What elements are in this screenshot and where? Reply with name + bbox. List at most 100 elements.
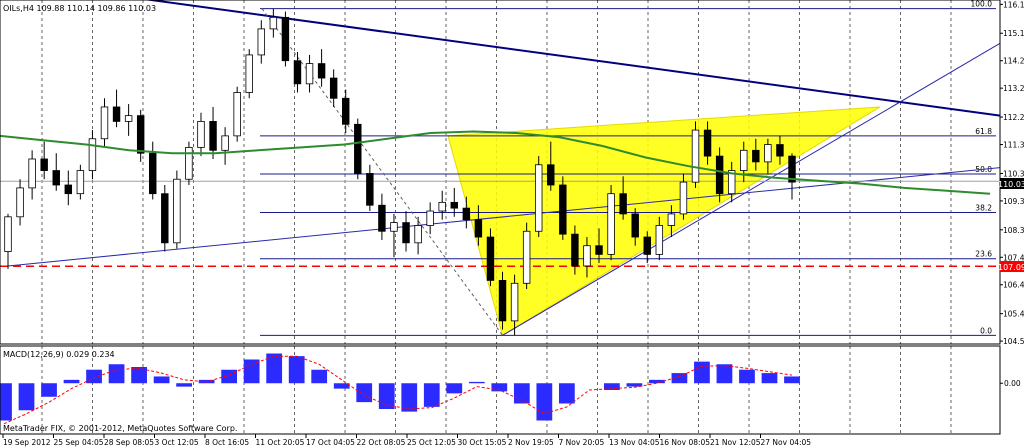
candle-body[interactable] xyxy=(185,147,193,180)
candle-body[interactable] xyxy=(221,135,229,151)
candle-body[interactable] xyxy=(619,193,627,215)
candle-body[interactable] xyxy=(510,282,519,322)
candle-body[interactable] xyxy=(28,158,36,189)
candle-body[interactable] xyxy=(257,28,266,56)
trading-chart[interactable]: 100.061.850.038.223.60.0 116.15115.15114… xyxy=(0,0,1024,448)
fib-level-label: 100.0 xyxy=(971,0,993,9)
candle-body[interactable] xyxy=(124,115,133,122)
time-tick-label: 7 Nov 20:05 xyxy=(559,438,605,447)
candle-body[interactable] xyxy=(233,92,241,137)
price-tick-label: 109.35 xyxy=(1003,197,1024,206)
candle-body[interactable] xyxy=(595,245,603,255)
candle-body[interactable] xyxy=(4,216,12,252)
candle-body[interactable] xyxy=(474,219,483,238)
candle-body[interactable] xyxy=(607,193,615,255)
time-tick-label: 11 Oct 20:05 xyxy=(256,438,305,447)
candle-body[interactable] xyxy=(438,201,446,212)
price-tick-label: 116.15 xyxy=(1003,0,1024,9)
candle-body[interactable] xyxy=(329,77,338,99)
time-tick-label: 2 Nov 19:05 xyxy=(508,438,554,447)
candle-body[interactable] xyxy=(100,106,109,140)
candle-body[interactable] xyxy=(679,181,688,215)
macd-axis: 0.00 xyxy=(1000,379,1021,388)
candle-body[interactable] xyxy=(402,222,410,244)
candle-body[interactable] xyxy=(764,144,772,163)
time-tick-label: 27 Nov 04:05 xyxy=(761,438,812,447)
candle-body[interactable] xyxy=(667,213,676,226)
fib-level-label: 61.8 xyxy=(975,127,992,136)
candle-body[interactable] xyxy=(655,225,664,255)
time-tick-label: 25 Oct 12:05 xyxy=(407,438,456,447)
candle-body[interactable] xyxy=(173,178,181,244)
candle-body[interactable] xyxy=(342,97,350,125)
candle-body[interactable] xyxy=(462,207,471,221)
fib-level-label: 38.2 xyxy=(975,203,992,212)
candle-body[interactable] xyxy=(40,158,48,171)
price-tick-label: 112.25 xyxy=(1003,113,1024,122)
candle-body[interactable] xyxy=(88,138,97,171)
candle-body[interactable] xyxy=(136,115,145,154)
candle-body[interactable] xyxy=(703,129,712,157)
price-tick-label: 104.50 xyxy=(1003,337,1024,346)
candle-body[interactable] xyxy=(414,225,422,244)
macd-title: MACD(12,26,9) 0.029 0.234 xyxy=(3,350,115,359)
candle-body[interactable] xyxy=(486,236,495,281)
time-tick-label: 8 Oct 16:05 xyxy=(205,438,249,447)
time-tick-label: 3 Oct 12:05 xyxy=(155,438,199,447)
candle-body[interactable] xyxy=(559,184,567,235)
time-tick-label: 16 Nov 08:05 xyxy=(660,438,711,447)
candle-body[interactable] xyxy=(354,123,362,174)
candle-body[interactable] xyxy=(378,204,386,232)
time-tick-label: 17 Oct 04:05 xyxy=(306,438,355,447)
candle-body[interactable] xyxy=(197,121,205,148)
candle-body[interactable] xyxy=(269,16,278,30)
current-price-label: 110.03 xyxy=(998,180,1024,189)
candle-body[interactable] xyxy=(498,280,507,322)
price-tick-label: 113.25 xyxy=(1003,84,1024,93)
price-tick-label: 105.45 xyxy=(1003,310,1024,319)
candle-body[interactable] xyxy=(776,144,784,157)
candle-body[interactable] xyxy=(426,210,434,226)
price-tick-label: 110.30 xyxy=(1003,169,1024,178)
candle-body[interactable] xyxy=(64,184,73,195)
candle-body[interactable] xyxy=(583,245,591,267)
candle-body[interactable] xyxy=(366,173,374,206)
candle-body[interactable] xyxy=(547,164,555,186)
price-tick-label: 114.20 xyxy=(1003,57,1024,66)
candle-body[interactable] xyxy=(76,170,85,195)
candle-body[interactable] xyxy=(450,201,458,209)
price-tick-label: 106.45 xyxy=(1003,281,1024,290)
time-tick-label: 28 Sep 08:05 xyxy=(104,438,154,447)
time-tick-label: 21 Nov 12:05 xyxy=(710,438,761,447)
candle-body[interactable] xyxy=(534,164,543,232)
fib-level-label: 0.0 xyxy=(980,326,992,335)
candle-body[interactable] xyxy=(715,155,724,195)
candle-body[interactable] xyxy=(305,63,314,85)
candle-body[interactable] xyxy=(149,152,157,195)
copyright-watermark: MetaTrader FIX, © 2001-2012, MetaQuotes … xyxy=(3,424,237,433)
candle-body[interactable] xyxy=(161,193,169,244)
candle-body[interactable] xyxy=(522,230,531,284)
candle-body[interactable] xyxy=(317,63,326,79)
time-tick-label: 25 Sep 04:05 xyxy=(54,438,104,447)
price-tick-label: 111.30 xyxy=(1003,141,1024,150)
price-tick-label: 108.35 xyxy=(1003,226,1024,235)
candle-body[interactable] xyxy=(390,222,398,232)
candle-body[interactable] xyxy=(245,54,253,93)
price-tick-label: 107.40 xyxy=(1003,253,1024,262)
candle-body[interactable] xyxy=(691,129,700,183)
candle-body[interactable] xyxy=(740,149,748,171)
candle-body[interactable] xyxy=(571,233,579,267)
candle-body[interactable] xyxy=(643,236,651,255)
candle-body[interactable] xyxy=(112,106,121,122)
candle-body[interactable] xyxy=(752,149,760,163)
candle-body[interactable] xyxy=(209,121,217,151)
candle-body[interactable] xyxy=(631,213,639,238)
candle-body[interactable] xyxy=(52,170,60,186)
price-tick-label: 115.15 xyxy=(1003,29,1024,38)
support-price-label: 107.09 xyxy=(998,263,1024,272)
macd-tick-label: 0.00 xyxy=(1004,379,1021,388)
candle-body[interactable] xyxy=(16,187,24,218)
candle-body[interactable] xyxy=(293,60,302,85)
candle-body[interactable] xyxy=(281,16,290,62)
